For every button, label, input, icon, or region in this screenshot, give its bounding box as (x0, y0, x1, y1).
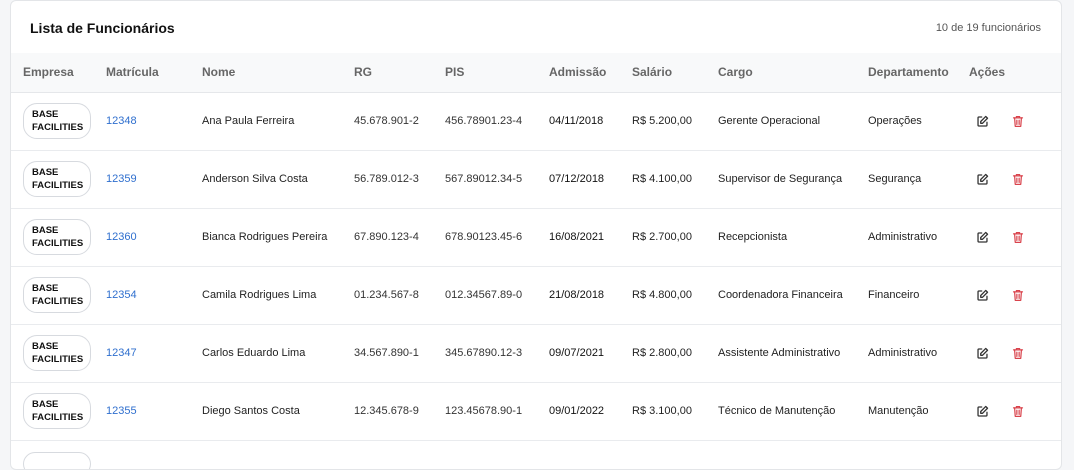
column-header-admissao[interactable]: Admissão (549, 53, 632, 92)
table-row[interactable]: BASE FACILITIES 12348 Ana Paula Ferreira… (11, 92, 1061, 150)
column-header-cargo[interactable]: Cargo (718, 53, 868, 92)
employee-pis: 345.67890.12-3 (445, 324, 549, 382)
employee-department: Administrativo (868, 324, 969, 382)
page-title: Lista de Funcionários (30, 20, 175, 36)
employee-salary: R$ 3.100,00 (632, 382, 718, 440)
employee-role: Gerente Operacional (718, 92, 868, 150)
trash-icon[interactable] (1009, 112, 1027, 130)
column-header-rg[interactable]: RG (354, 53, 445, 92)
row-actions (969, 170, 1061, 188)
company-badge: BASE FACILITIES (23, 103, 91, 139)
trash-icon[interactable] (1009, 170, 1027, 188)
employee-salary: R$ 2.800,00 (632, 324, 718, 382)
employee-role: Recepcionista (718, 208, 868, 266)
matricula-link[interactable]: 12360 (106, 231, 137, 243)
row-actions (969, 112, 1061, 130)
employee-pis: 012.34567.89-0 (445, 266, 549, 324)
column-header-empresa[interactable]: Empresa (11, 53, 106, 92)
employee-department: Segurança (868, 150, 969, 208)
admission-date: 09/01/2022 (549, 382, 632, 440)
employee-department: Administrativo (868, 208, 969, 266)
column-header-pis[interactable]: PIS (445, 53, 549, 92)
employee-pis: 123.45678.90-1 (445, 382, 549, 440)
employee-salary: R$ 2.700,00 (632, 208, 718, 266)
column-header-matricula[interactable]: Matrícula (106, 53, 202, 92)
employee-pis: 678.90123.45-6 (445, 208, 549, 266)
card-header: Lista de Funcionários 10 de 19 funcionár… (11, 1, 1061, 53)
matricula-link[interactable]: 12359 (106, 173, 137, 185)
matricula-link[interactable]: 12355 (106, 405, 137, 417)
column-header-acoes: Ações (969, 53, 1061, 92)
table-row[interactable]: BASE FACILITIES 12354 Camila Rodrigues L… (11, 266, 1061, 324)
employee-rg: 56.789.012-3 (354, 150, 445, 208)
admission-date: 09/07/2021 (549, 324, 632, 382)
row-actions (969, 402, 1061, 420)
matricula-link[interactable]: 12348 (106, 115, 137, 127)
company-badge (23, 452, 91, 470)
company-badge: BASE FACILITIES (23, 219, 91, 255)
employee-name: Carlos Eduardo Lima (202, 324, 354, 382)
matricula-link[interactable]: 12347 (106, 347, 137, 359)
admission-date: 16/08/2021 (549, 208, 632, 266)
employee-name: Bianca Rodrigues Pereira (202, 208, 354, 266)
edit-icon[interactable] (973, 112, 991, 130)
table-header-row: Empresa Matrícula Nome RG PIS Admissão S… (11, 53, 1061, 92)
company-badge: BASE FACILITIES (23, 335, 91, 371)
trash-icon[interactable] (1009, 286, 1027, 304)
admission-date: 04/11/2018 (549, 92, 632, 150)
partial-row-cell (11, 440, 1061, 470)
employee-role: Coordenadora Financeira (718, 266, 868, 324)
row-actions (969, 344, 1061, 362)
employee-count: 10 de 19 funcionários (936, 22, 1041, 34)
column-header-nome[interactable]: Nome (202, 53, 354, 92)
employee-list-card: Lista de Funcionários 10 de 19 funcionár… (10, 0, 1062, 470)
employee-role: Assistente Administrativo (718, 324, 868, 382)
edit-icon[interactable] (973, 402, 991, 420)
edit-icon[interactable] (973, 286, 991, 304)
employee-department: Operações (868, 92, 969, 150)
table-row[interactable]: BASE FACILITIES 12347 Carlos Eduardo Lim… (11, 324, 1061, 382)
admission-date: 21/08/2018 (549, 266, 632, 324)
table-row[interactable]: BASE FACILITIES 12359 Anderson Silva Cos… (11, 150, 1061, 208)
employee-role: Supervisor de Segurança (718, 150, 868, 208)
company-badge: BASE FACILITIES (23, 393, 91, 429)
edit-icon[interactable] (973, 344, 991, 362)
table-row[interactable]: BASE FACILITIES 12355 Diego Santos Costa… (11, 382, 1061, 440)
employee-role: Técnico de Manutenção (718, 382, 868, 440)
employee-rg: 34.567.890-1 (354, 324, 445, 382)
table-row[interactable]: BASE FACILITIES 12360 Bianca Rodrigues P… (11, 208, 1061, 266)
employee-table: Empresa Matrícula Nome RG PIS Admissão S… (11, 53, 1061, 470)
column-header-departamento[interactable]: Departamento (868, 53, 969, 92)
company-badge: BASE FACILITIES (23, 161, 91, 197)
employee-name: Camila Rodrigues Lima (202, 266, 354, 324)
employee-salary: R$ 4.800,00 (632, 266, 718, 324)
employee-rg: 12.345.678-9 (354, 382, 445, 440)
employee-department: Manutenção (868, 382, 969, 440)
employee-name: Diego Santos Costa (202, 382, 354, 440)
employee-salary: R$ 4.100,00 (632, 150, 718, 208)
employee-rg: 67.890.123-4 (354, 208, 445, 266)
employee-pis: 456.78901.23-4 (445, 92, 549, 150)
employee-name: Anderson Silva Costa (202, 150, 354, 208)
matricula-link[interactable]: 12354 (106, 289, 137, 301)
table-row-partial (11, 440, 1061, 470)
employee-name: Ana Paula Ferreira (202, 92, 354, 150)
employee-pis: 567.89012.34-5 (445, 150, 549, 208)
trash-icon[interactable] (1009, 228, 1027, 246)
trash-icon[interactable] (1009, 344, 1027, 362)
company-badge: BASE FACILITIES (23, 277, 91, 313)
row-actions (969, 228, 1061, 246)
column-header-salario[interactable]: Salário (632, 53, 718, 92)
employee-department: Financeiro (868, 266, 969, 324)
admission-date: 07/12/2018 (549, 150, 632, 208)
trash-icon[interactable] (1009, 402, 1027, 420)
edit-icon[interactable] (973, 170, 991, 188)
row-actions (969, 286, 1061, 304)
employee-rg: 01.234.567-8 (354, 266, 445, 324)
employee-salary: R$ 5.200,00 (632, 92, 718, 150)
edit-icon[interactable] (973, 228, 991, 246)
employee-rg: 45.678.901-2 (354, 92, 445, 150)
